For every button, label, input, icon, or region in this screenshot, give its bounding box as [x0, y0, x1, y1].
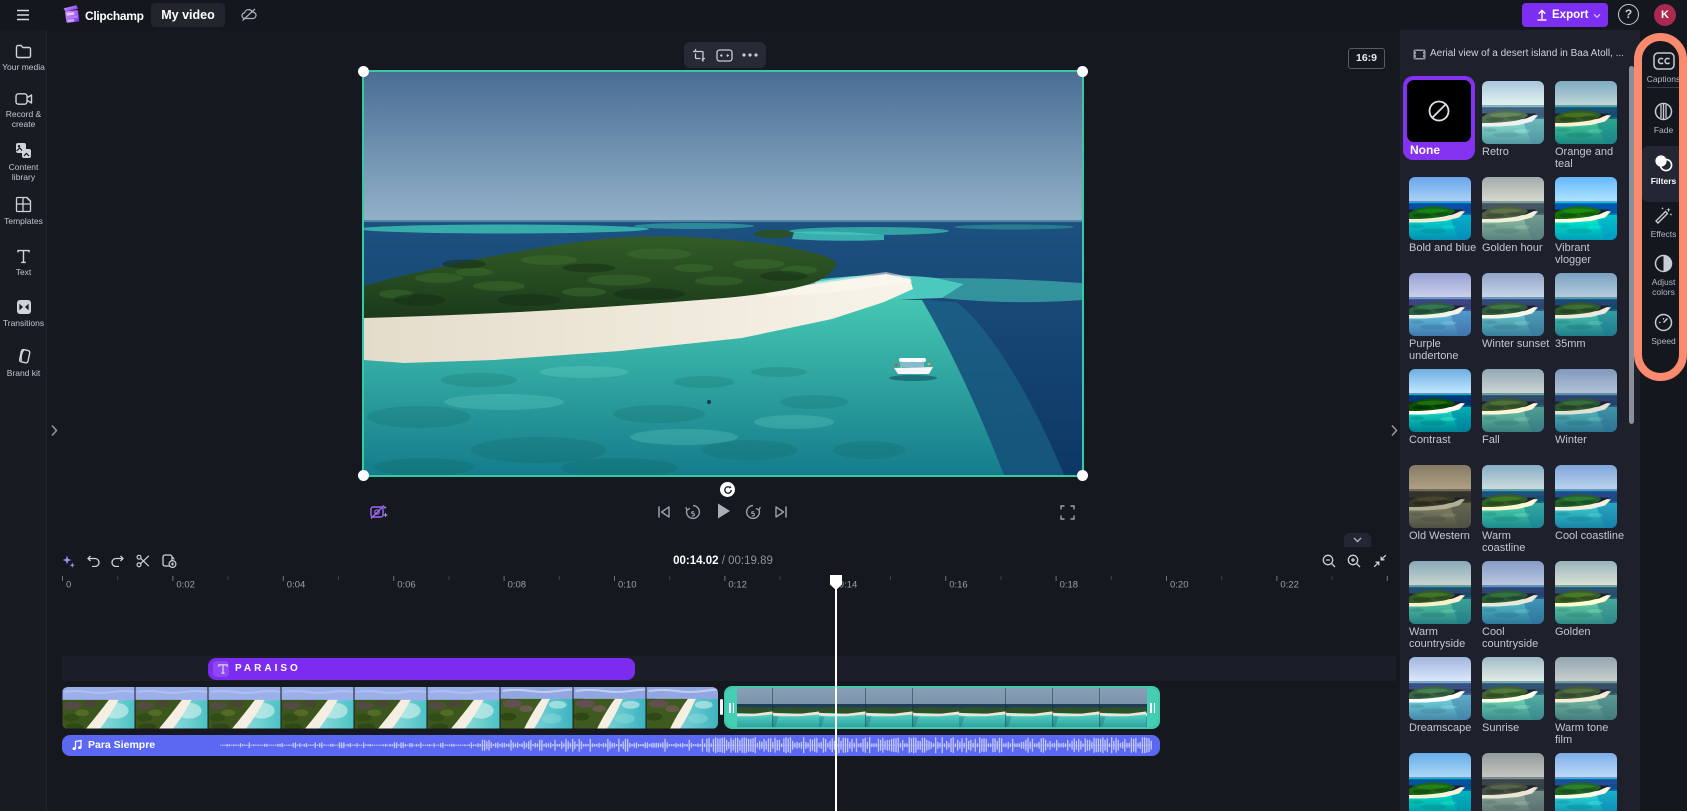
svg-text:0:06: 0:06 [397, 580, 416, 591]
svg-text:0:12: 0:12 [728, 580, 747, 591]
svg-text:0:04: 0:04 [287, 580, 306, 591]
svg-text:0:02: 0:02 [176, 580, 195, 591]
svg-text:0:16: 0:16 [949, 580, 968, 591]
svg-text:0:10: 0:10 [618, 580, 637, 591]
svg-text:0:22: 0:22 [1280, 580, 1299, 591]
svg-text:0:20: 0:20 [1170, 580, 1189, 591]
svg-text:0:08: 0:08 [508, 580, 526, 591]
svg-text:0: 0 [66, 580, 71, 591]
svg-text:0:18: 0:18 [1060, 580, 1079, 591]
